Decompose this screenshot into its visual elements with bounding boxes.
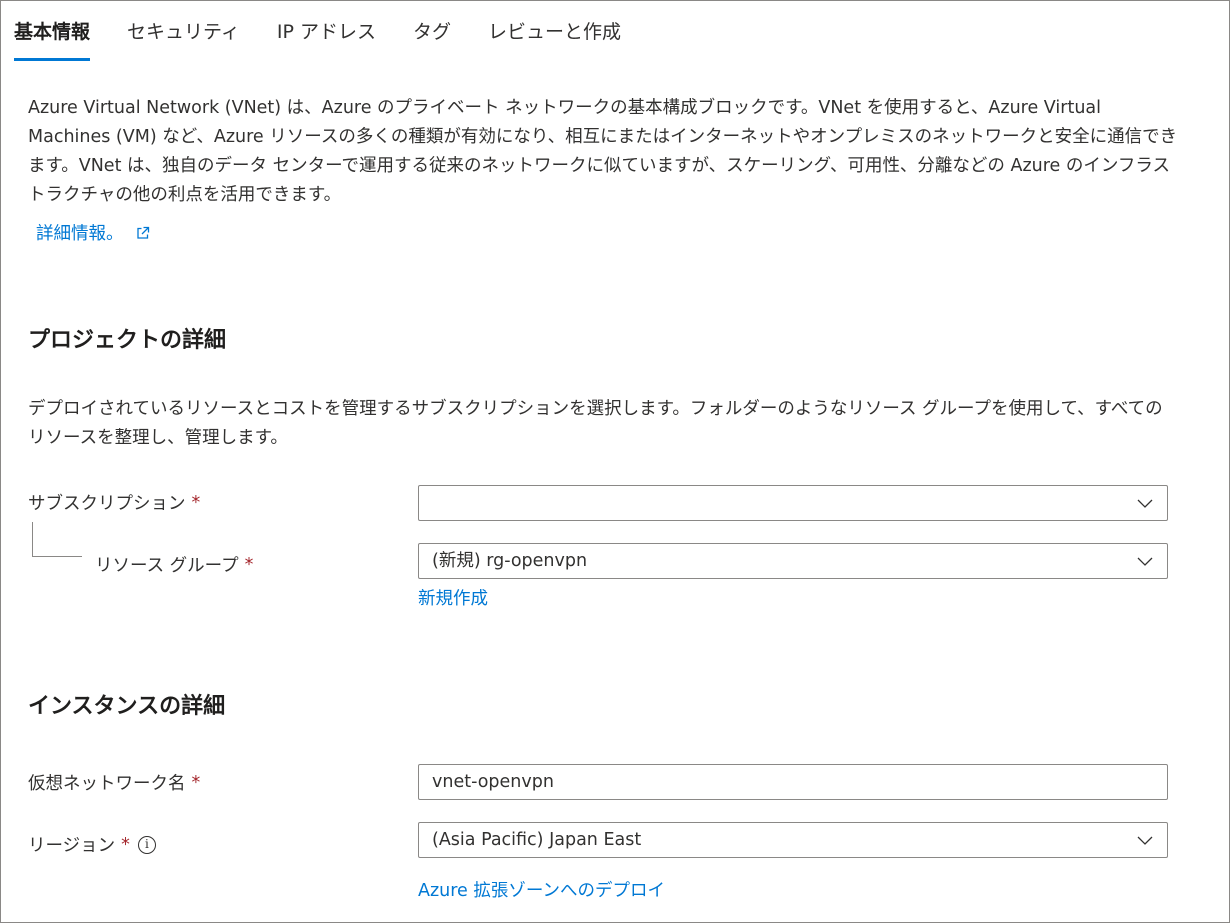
vnet-name-input[interactable]: vnet-openvpn <box>418 764 1168 800</box>
tab-review-create[interactable]: レビューと作成 <box>488 0 621 62</box>
instance-details-title: インスタンスの詳細 <box>28 694 226 719</box>
required-marker: * <box>121 834 130 855</box>
info-icon[interactable]: i <box>137 835 156 854</box>
subscription-dropdown[interactable] <box>418 485 1168 521</box>
chevron-down-icon <box>1137 836 1153 845</box>
tab-security[interactable]: セキュリティ <box>127 0 240 62</box>
chevron-down-icon <box>1137 499 1153 508</box>
project-details-title: プロジェクトの詳細 <box>28 328 227 353</box>
vnet-name-value: vnet-openvpn <box>432 772 554 792</box>
required-marker: * <box>191 492 201 513</box>
required-marker: * <box>244 554 254 575</box>
tree-connector <box>32 522 82 557</box>
deploy-extended-zone-link[interactable]: Azure 拡張ゾーンへのデプロイ <box>418 877 665 902</box>
chevron-down-icon <box>1137 557 1153 566</box>
tab-ip-addresses[interactable]: IP アドレス <box>277 0 376 62</box>
resource-group-label: リソース グループ * <box>95 552 253 577</box>
resource-group-dropdown[interactable]: (新規) rg-openvpn <box>418 543 1168 579</box>
tab-tags[interactable]: タグ <box>413 0 451 62</box>
required-marker: * <box>191 772 201 793</box>
vnet-name-label-text: 仮想ネットワーク名 <box>28 774 186 794</box>
project-details-description: デプロイされているリソースとコストを管理するサブスクリプションを選択します。フォ… <box>28 399 1163 448</box>
tab-bar: 基本情報 セキュリティ IP アドレス タグ レビューと作成 <box>14 0 658 62</box>
resource-group-value: (新規) rg-openvpn <box>432 551 588 571</box>
vnet-name-label: 仮想ネットワーク名 * <box>28 770 200 795</box>
subscription-label-text: サブスクリプション <box>28 494 186 514</box>
intro-description: Azure Virtual Network (VNet) は、Azure のプラ… <box>28 98 1178 205</box>
region-dropdown[interactable]: (Asia Pacific) Japan East <box>418 822 1168 858</box>
learn-more-label: 詳細情報。 <box>36 224 124 244</box>
resource-group-label-text: リソース グループ <box>95 556 239 576</box>
tab-basics[interactable]: 基本情報 <box>14 0 91 62</box>
region-value: (Asia Pacific) Japan East <box>432 830 642 850</box>
subscription-label: サブスクリプション * <box>28 490 200 515</box>
learn-more-link[interactable]: 詳細情報。 <box>36 220 150 245</box>
region-label: リージョン * i <box>28 832 156 857</box>
region-label-text: リージョン <box>28 836 116 856</box>
create-new-resource-group-link[interactable]: 新規作成 <box>418 585 488 610</box>
external-link-icon <box>136 226 149 239</box>
